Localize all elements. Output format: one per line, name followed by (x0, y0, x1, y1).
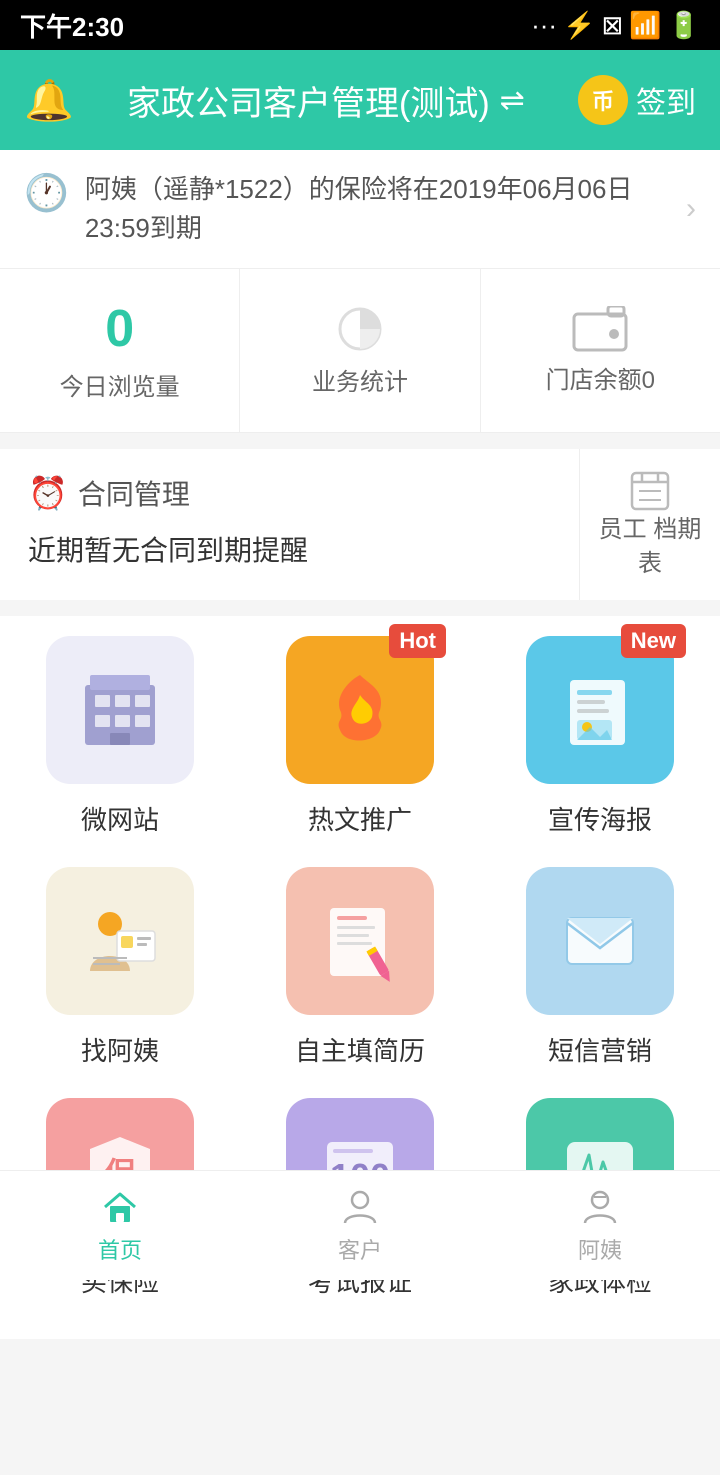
ayi-nav-icon (580, 1187, 620, 1227)
sms-svg (555, 896, 645, 986)
signal-icon: ··· (531, 10, 557, 41)
hotarticle-label: 热文推广 (308, 800, 412, 837)
header-title-group: 家政公司客户管理(测试) ⇌ (127, 76, 525, 125)
notice-clock-icon: 🕐 (24, 172, 69, 214)
resume-icon-bg (286, 867, 434, 1015)
status-icons: ··· ⚡ ⊠ 📶 🔋 (531, 10, 700, 41)
battery-icon: 🔋 (668, 10, 700, 41)
business-label: 业务统计 (312, 362, 408, 397)
grid-item-sms[interactable]: 短信营销 (500, 867, 700, 1068)
grid-item-poster[interactable]: New 宣传海报 (500, 636, 700, 837)
home-icon (100, 1187, 140, 1227)
grid-item-resume[interactable]: 自主填简历 (260, 867, 460, 1068)
sms-icon-wrap (526, 867, 674, 1015)
app-header: 🔔 家政公司客户管理(测试) ⇌ 币 签到 (0, 50, 720, 150)
building-icon (46, 636, 194, 784)
notice-text: 阿姨（遥静*1522）的保险将在2019年06月06日 23:59到期 (85, 170, 686, 248)
sign-label: 签到 (636, 78, 696, 122)
contract-empty-text: 近期暂无合同到期提醒 (28, 523, 551, 575)
nav-home[interactable]: 首页 (0, 1171, 240, 1280)
sign-in-button[interactable]: 币 签到 (578, 75, 696, 125)
views-number: 0 (105, 299, 134, 359)
status-time: 下午2:30 (20, 7, 124, 44)
employee-schedule-label: 员工 档期表 (590, 513, 710, 580)
sms-icon-bg (526, 867, 674, 1015)
customer-icon (340, 1187, 380, 1227)
weizhan-label: 微网站 (81, 800, 159, 837)
no-signal-icon: ⚡ (563, 10, 595, 41)
resume-label: 自主填简历 (295, 1031, 425, 1068)
notice-arrow-icon: › (686, 192, 696, 226)
contract-section: ⏰ 合同管理 近期暂无合同到期提醒 员工 档期表 (0, 449, 720, 600)
poster-icon-wrap: New (526, 636, 674, 784)
stat-views[interactable]: 0 今日浏览量 (0, 269, 240, 432)
employee-schedule-button[interactable]: 员工 档期表 (580, 449, 720, 600)
building-svg (75, 665, 165, 755)
sim-icon: ⊠ (601, 10, 623, 41)
nav-customer[interactable]: 客户 (240, 1171, 480, 1280)
bottom-nav: 首页 客户 阿姨 (0, 1170, 720, 1280)
findayi-label: 找阿姨 (81, 1031, 159, 1068)
stats-row: 0 今日浏览量 业务统计 门店余额0 (0, 269, 720, 433)
nav-customer-label: 客户 (338, 1233, 382, 1265)
wallet-label: 门店余额0 (546, 360, 655, 395)
weizhan-icon-wrap (46, 636, 194, 784)
new-badge: New (621, 624, 686, 658)
poster-svg (555, 665, 645, 755)
views-label: 今日浏览量 (60, 367, 180, 402)
grid-row-2: 找阿姨 (0, 867, 720, 1068)
ayi-svg (75, 896, 165, 986)
status-bar: 下午2:30 ··· ⚡ ⊠ 📶 🔋 (0, 0, 720, 50)
sms-label: 短信营销 (548, 1031, 652, 1068)
poster-icon-bg (526, 636, 674, 784)
fire-svg (320, 665, 400, 755)
notice-content: 🕐 阿姨（遥静*1522）的保险将在2019年06月06日 23:59到期 (24, 170, 686, 248)
hot-badge: Hot (389, 624, 446, 658)
grid-item-weizhan[interactable]: 微网站 (20, 636, 220, 837)
nav-home-label: 首页 (98, 1233, 142, 1265)
nav-ayi[interactable]: 阿姨 (480, 1171, 720, 1280)
contract-title-row: ⏰ 合同管理 (28, 473, 551, 513)
bell-icon[interactable]: 🔔 (24, 77, 74, 124)
resume-icon-wrap (286, 867, 434, 1015)
notice-bar[interactable]: 🕐 阿姨（遥静*1522）的保险将在2019年06月06日 23:59到期 › (0, 150, 720, 269)
grid-item-hotarticle[interactable]: Hot 热文推广 (260, 636, 460, 837)
contract-main: ⏰ 合同管理 近期暂无合同到期提醒 (0, 449, 580, 600)
pie-chart-icon (335, 304, 385, 354)
swap-icon[interactable]: ⇌ (500, 83, 525, 118)
employee-icon (628, 469, 672, 513)
coin-icon: 币 (578, 75, 628, 125)
hotarticle-icon-wrap: Hot (286, 636, 434, 784)
wallet-icon (572, 306, 628, 352)
app-title: 家政公司客户管理(测试) (127, 76, 490, 125)
stat-business[interactable]: 业务统计 (240, 269, 480, 432)
contract-clock-icon: ⏰ (28, 474, 68, 512)
resume-svg (315, 896, 405, 986)
fire-icon-bg (286, 636, 434, 784)
ayi-icon-bg (46, 867, 194, 1015)
findayi-icon-wrap (46, 867, 194, 1015)
wifi-icon: 📶 (629, 10, 661, 41)
stat-wallet[interactable]: 门店余额0 (481, 269, 720, 432)
nav-ayi-label: 阿姨 (578, 1233, 622, 1265)
grid-row-1: 微网站 Hot 热文推广 (0, 636, 720, 837)
grid-item-findayi[interactable]: 找阿姨 (20, 867, 220, 1068)
contract-title: 合同管理 (78, 473, 190, 513)
poster-label: 宣传海报 (548, 800, 652, 837)
